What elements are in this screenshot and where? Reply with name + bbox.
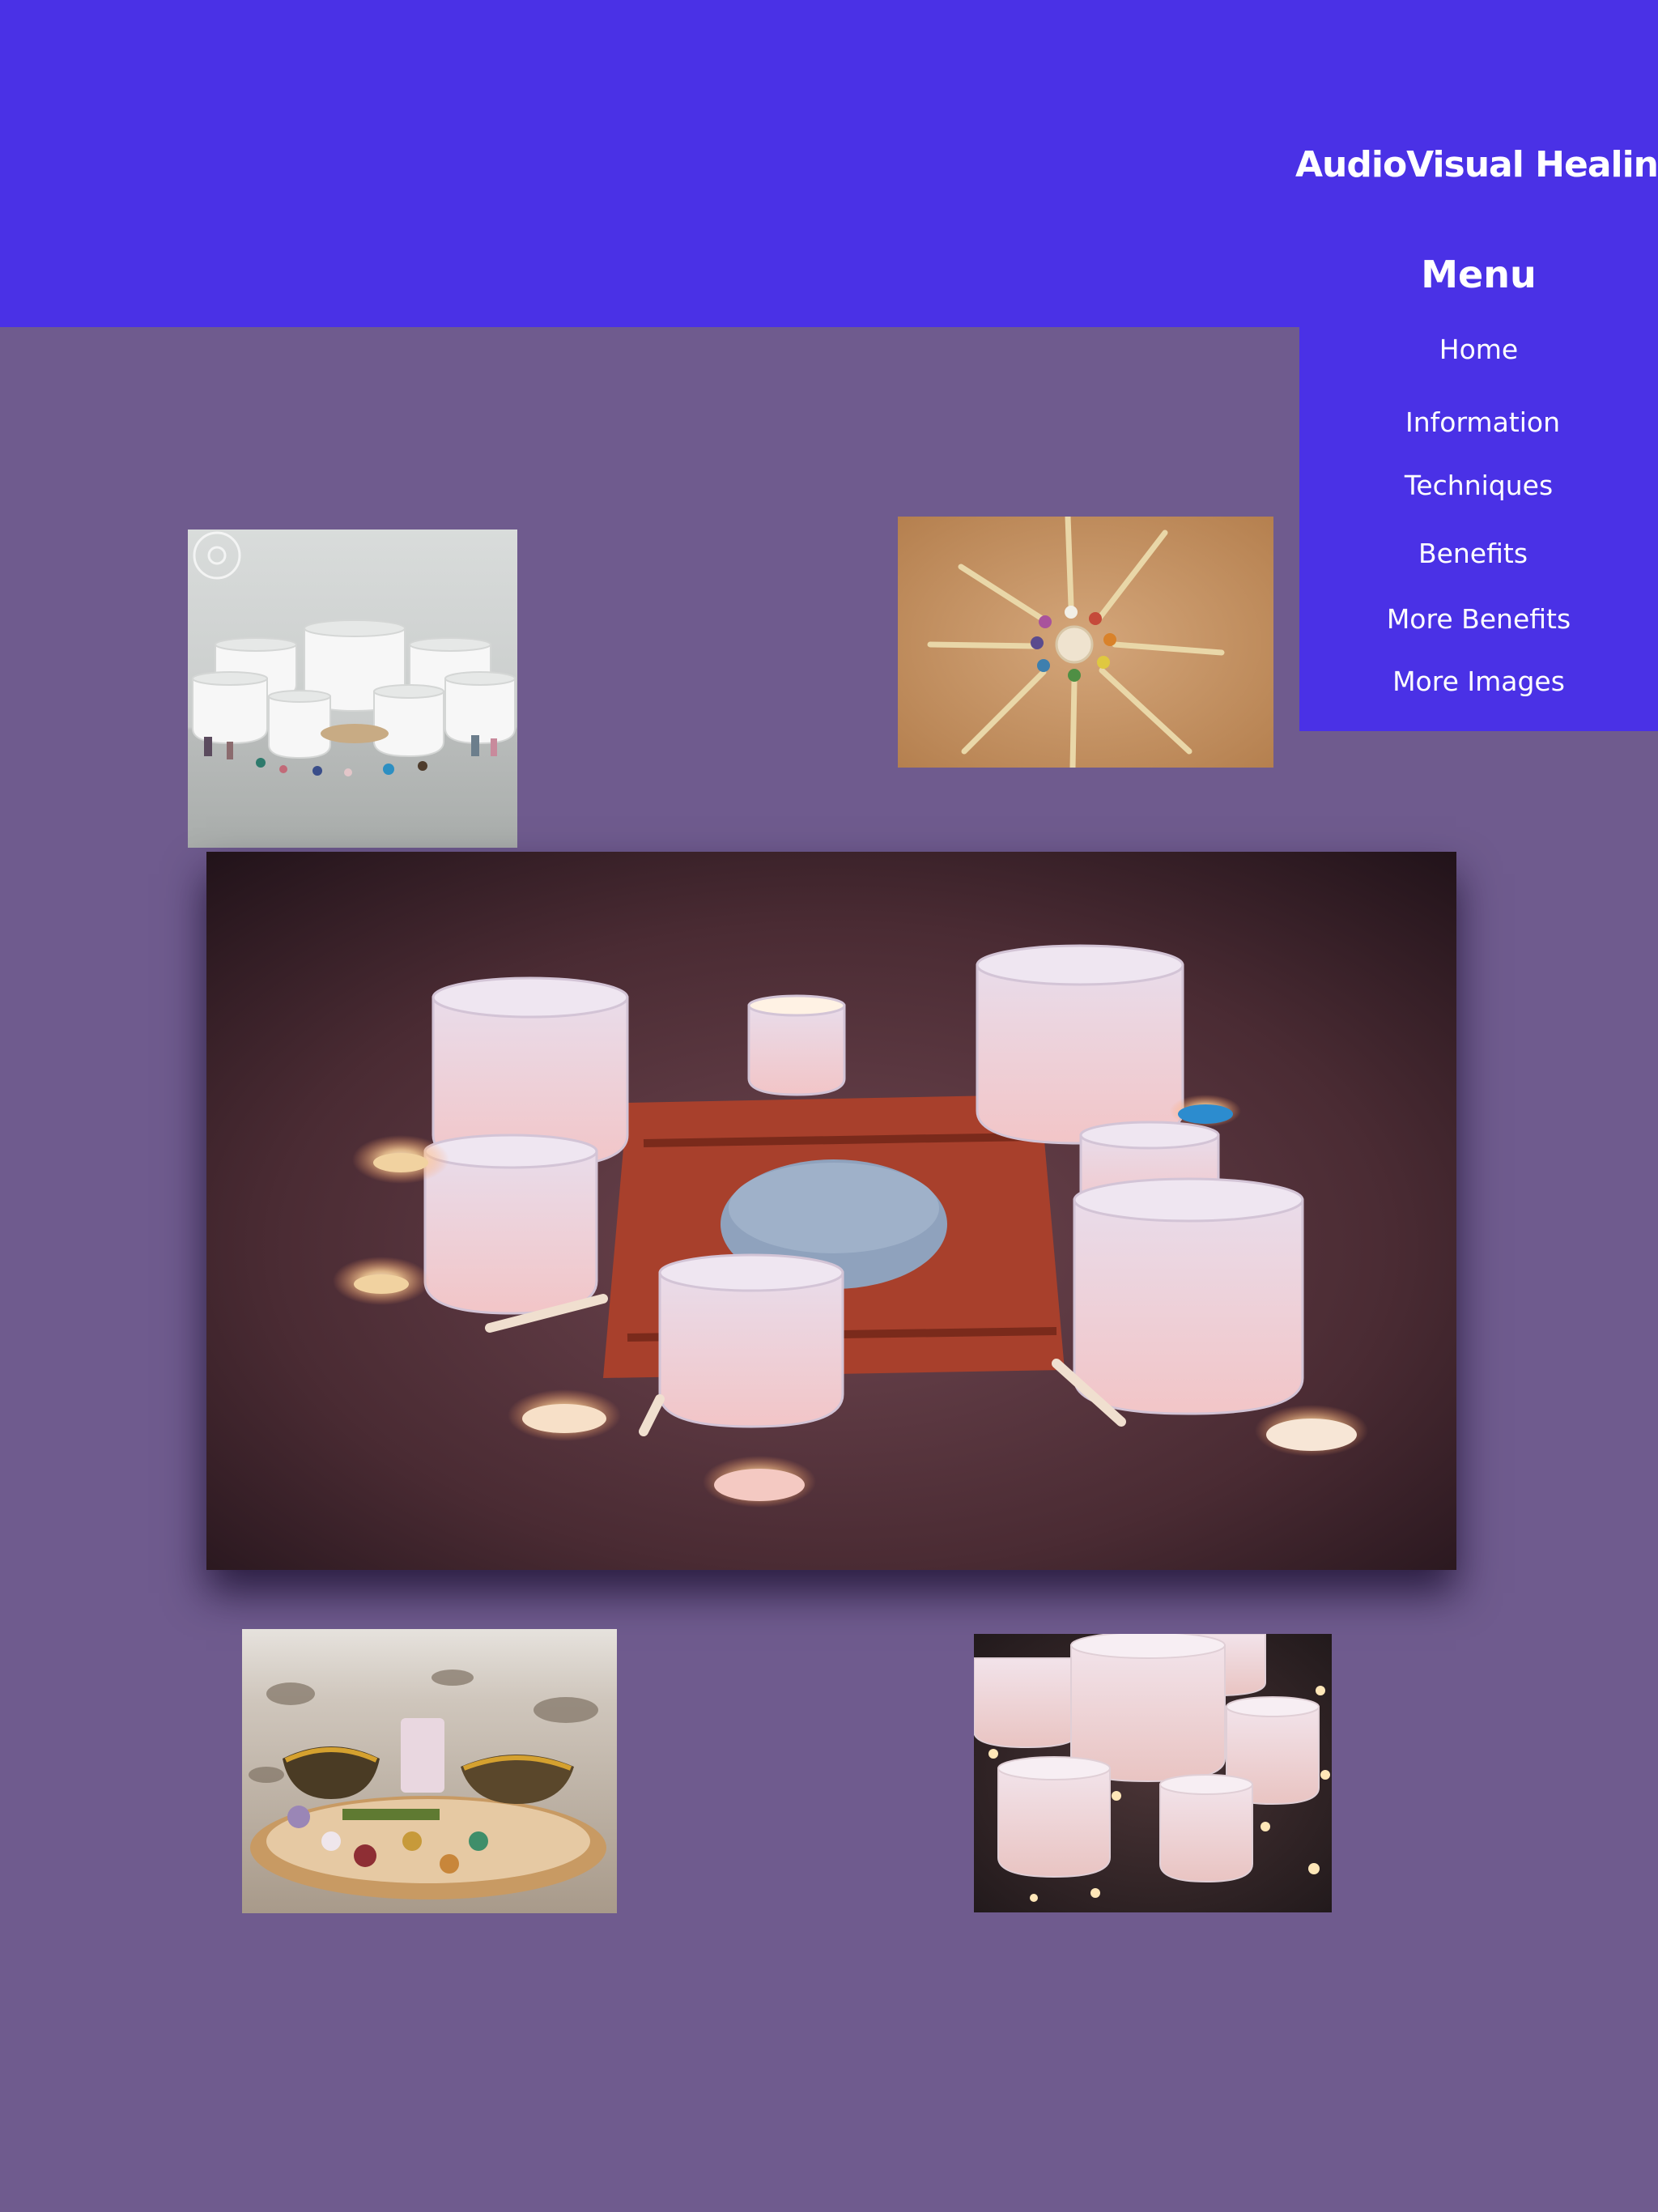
candlelit-bowls-photo <box>206 852 1456 1570</box>
menu-item-information[interactable]: Information <box>1303 406 1658 438</box>
beach-singing-bowls-photo <box>242 1629 617 1913</box>
glowing-bowls-photo <box>974 1634 1332 1912</box>
menu-item-more-images[interactable]: More Images <box>1299 666 1658 697</box>
menu-heading: Menu <box>1421 253 1537 296</box>
menu-item-more-benefits[interactable]: More Benefits <box>1299 603 1658 635</box>
menu-item-home[interactable]: Home <box>1299 334 1658 365</box>
crystal-bowls-photo <box>188 530 517 848</box>
menu-item-benefits[interactable]: Benefits <box>1294 538 1652 569</box>
site-title[interactable]: AudioVisual Healing <box>1295 144 1658 185</box>
menu-item-techniques[interactable]: Techniques <box>1299 470 1658 501</box>
tuning-forks-photo <box>898 517 1273 768</box>
